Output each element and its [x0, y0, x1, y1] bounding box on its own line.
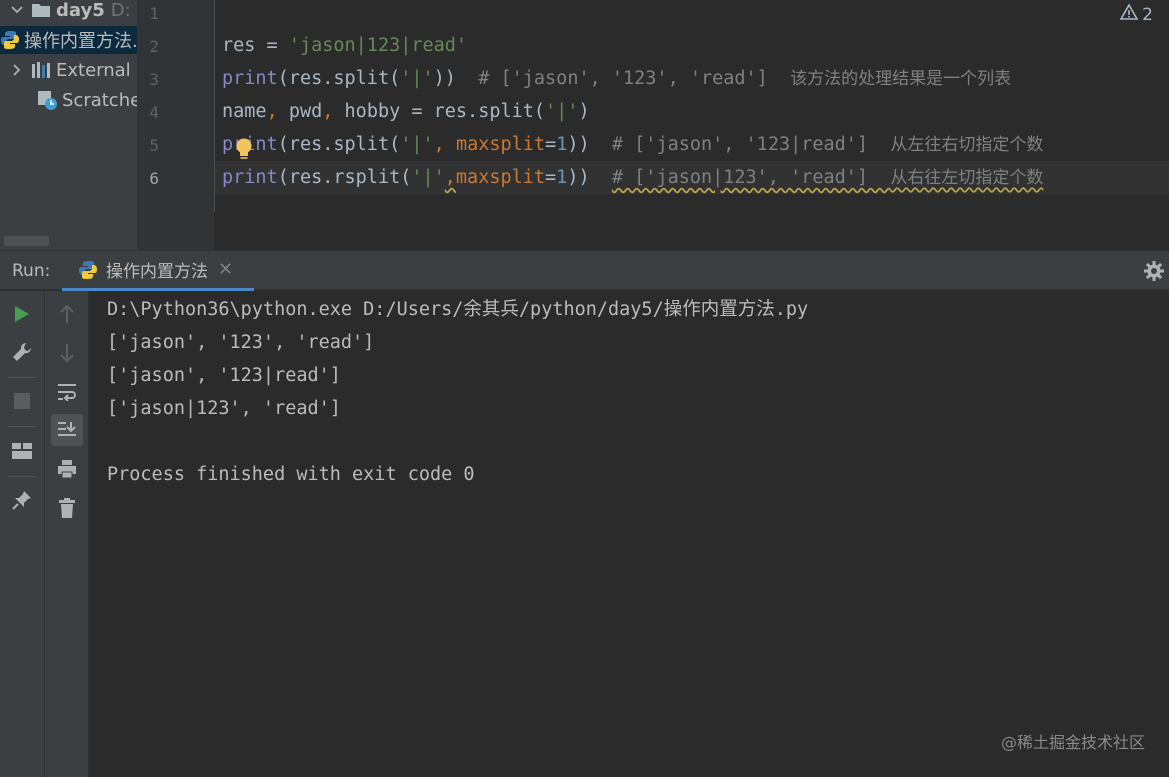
- code-token: ,: [322, 101, 334, 122]
- console-line: ['jason|123', 'read']: [107, 398, 341, 419]
- tree-horizontal-scrollbar[interactable]: [4, 236, 49, 246]
- pin-icon[interactable]: [6, 484, 38, 516]
- code-token: ,: [433, 134, 456, 155]
- trash-icon[interactable]: [51, 492, 83, 524]
- code-token: (res.split(: [277, 68, 401, 89]
- tree-folder-label: day5: [56, 0, 105, 21]
- code-builtin: print: [222, 68, 278, 89]
- scroll-to-end-icon[interactable]: [51, 414, 83, 446]
- close-icon[interactable]: ✕: [218, 259, 233, 280]
- inspection-count: 2: [1142, 4, 1153, 25]
- warning-icon: [1119, 3, 1139, 25]
- run-label: Run:: [12, 261, 51, 281]
- line-number: 1: [149, 4, 159, 23]
- run-console-output[interactable]: D:\Python36\python.exe D:/Users/余其兵/pyth…: [89, 291, 1169, 777]
- chevron-right-icon[interactable]: [10, 64, 24, 76]
- run-toolbar-secondary: [44, 291, 89, 777]
- stop-button[interactable]: [6, 385, 38, 417]
- python-file-icon: [0, 29, 20, 51]
- code-number: 1: [556, 134, 568, 155]
- python-icon: [78, 260, 98, 280]
- code-token: )): [433, 68, 479, 89]
- code-comment: # ['jason|123', 'read']: [611, 167, 891, 188]
- line-number: 4: [149, 103, 159, 122]
- code-line-6[interactable]: print(res.rsplit('|',maxsplit=1)) # ['ja…: [215, 161, 1169, 194]
- code-kwarg: maxsplit: [455, 167, 546, 188]
- code-line-3[interactable]: print(res.split('|')) # ['jason', '123',…: [222, 62, 1011, 95]
- console-line: ['jason', '123', 'read']: [107, 332, 375, 353]
- project-tree-panel: day5 D: 操作内置方法.py External Libraries Scr…: [0, 0, 137, 250]
- code-token: (res.rsplit(: [277, 167, 412, 188]
- code-token: ,: [266, 101, 278, 122]
- code-comment: # ['jason', '123|read']: [611, 134, 891, 155]
- code-token: res: [222, 35, 256, 56]
- run-tab[interactable]: 操作内置方法 ✕: [62, 251, 254, 291]
- tree-item-day5[interactable]: day5 D:: [0, 0, 131, 24]
- tree-external-label: External Libraries: [56, 59, 137, 81]
- line-number: 2: [149, 37, 159, 56]
- run-tab-title: 操作内置方法: [106, 262, 208, 282]
- code-editor[interactable]: 1 2 3 4 5 6 res = 'jason|123|read' print…: [137, 0, 1169, 250]
- code-token: (res.split(: [277, 134, 401, 155]
- layout-icon[interactable]: [6, 435, 38, 467]
- code-line-5[interactable]: print(res.split('|', maxsplit=1)) # ['ja…: [222, 128, 1043, 161]
- tree-scratches-label: Scratches and Consoles: [62, 89, 137, 111]
- run-tool-window-header: Run: 操作内置方法 ✕: [0, 250, 1169, 291]
- wrench-icon[interactable]: [6, 336, 38, 368]
- soft-wrap-icon[interactable]: [51, 376, 83, 408]
- tree-item-scratches[interactable]: Scratches and Consoles: [0, 86, 137, 114]
- code-token: hobby = res.split(: [333, 101, 546, 122]
- inspection-widget[interactable]: 2: [1119, 3, 1153, 25]
- code-string: '|': [400, 134, 434, 155]
- line-number-current: 6: [149, 169, 159, 188]
- code-token: =: [545, 134, 557, 155]
- code-comment: 该方法的处理结果是一个列表: [790, 69, 1012, 89]
- tree-item-file[interactable]: 操作内置方法.py: [0, 26, 137, 54]
- run-toolbar-primary: [0, 291, 44, 777]
- code-string: '|': [545, 101, 579, 122]
- toolbar-separator: [8, 426, 36, 427]
- console-line-command: D:\Python36\python.exe D:/Users/余其兵/pyth…: [107, 299, 809, 320]
- console-line-exit: Process finished with exit code 0: [107, 464, 475, 485]
- code-builtin: print: [222, 167, 278, 188]
- console-line: ['jason', '123|read']: [107, 365, 341, 386]
- line-number: 3: [149, 70, 159, 89]
- lightbulb-icon[interactable]: [234, 137, 254, 161]
- code-token: pwd: [277, 101, 323, 122]
- code-token: )): [567, 167, 612, 188]
- code-token: name: [222, 101, 267, 122]
- chevron-down-icon[interactable]: [10, 6, 24, 14]
- code-token: )): [567, 134, 612, 155]
- arrow-up-icon[interactable]: [51, 298, 83, 330]
- toolbar-separator: [8, 476, 36, 477]
- code-token: =: [545, 167, 557, 188]
- code-comment: 从右往左切指定个数: [890, 168, 1044, 188]
- folder-icon: [30, 0, 52, 21]
- code-line-2[interactable]: res = 'jason|123|read': [222, 29, 467, 62]
- scratches-icon: [36, 89, 58, 111]
- gear-icon[interactable]: [1143, 260, 1165, 282]
- code-string: '|': [411, 167, 445, 188]
- code-comment: 从左往右切指定个数: [890, 135, 1044, 155]
- toolbar-separator: [8, 377, 36, 378]
- print-icon[interactable]: [51, 453, 83, 485]
- library-icon: [30, 59, 52, 81]
- line-number-gutter: 1 2 3 4 5 6: [137, 0, 214, 250]
- code-number: 1: [556, 167, 568, 188]
- tree-file-label: 操作内置方法.py: [24, 31, 137, 52]
- code-comment: # ['jason', '123', 'read']: [478, 68, 791, 89]
- tree-folder-path: D:: [110, 0, 131, 21]
- code-kwarg: maxsplit: [455, 134, 546, 155]
- code-string: '|': [400, 68, 434, 89]
- rerun-button[interactable]: [6, 298, 38, 330]
- watermark: @稀土掘金技术社区: [1000, 733, 1145, 752]
- line-number: 5: [149, 136, 159, 155]
- tree-item-external-libraries[interactable]: External Libraries: [0, 56, 137, 84]
- arrow-down-icon[interactable]: [51, 337, 83, 369]
- code-token: ): [578, 101, 590, 122]
- code-token-warning: ,: [444, 167, 456, 188]
- code-string: 'jason|123|read': [288, 35, 468, 56]
- code-token: =: [255, 35, 289, 56]
- code-line-4[interactable]: name, pwd, hobby = res.split('|'): [222, 95, 590, 128]
